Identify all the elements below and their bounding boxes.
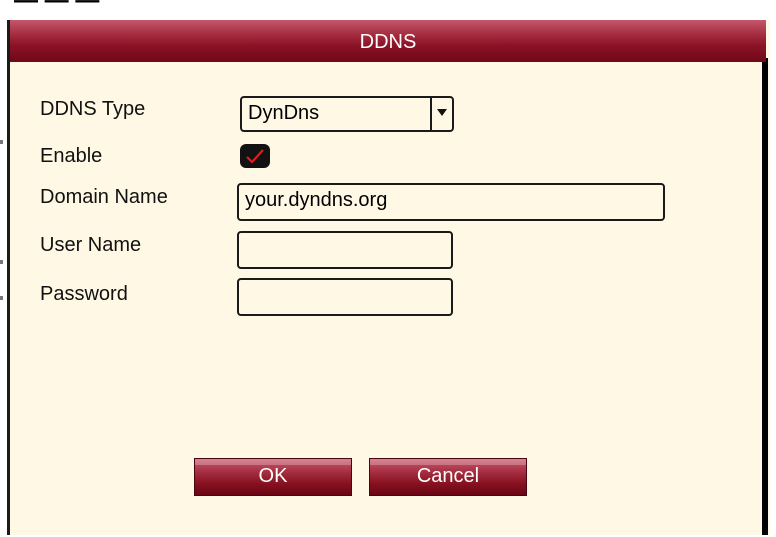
ok-button[interactable]: OK xyxy=(194,458,352,496)
dialog-title: DDNS xyxy=(359,31,417,53)
select-dropdown-button[interactable] xyxy=(430,98,452,130)
password-label: Password xyxy=(40,283,128,305)
background-edge-mark xyxy=(0,140,3,144)
domain-name-input[interactable]: your.dyndns.org xyxy=(237,183,665,221)
enable-label: Enable xyxy=(40,145,103,167)
cancel-button-label: Cancel xyxy=(416,465,480,487)
dialog-border xyxy=(762,58,768,535)
ok-button-label: OK xyxy=(258,465,288,487)
user-name-input[interactable] xyxy=(237,231,453,269)
button-highlight xyxy=(370,459,526,465)
ddns-type-label: DDNS Type xyxy=(40,98,146,120)
ddns-type-select[interactable]: DynDns xyxy=(240,96,454,132)
background-edge-mark xyxy=(0,296,3,300)
user-name-label: User Name xyxy=(40,234,142,256)
chevron-down-icon xyxy=(437,109,447,116)
enable-checkbox[interactable] xyxy=(240,144,270,168)
dialog-titlebar[interactable]: DDNS xyxy=(10,20,766,62)
password-input[interactable] xyxy=(237,278,453,316)
check-icon xyxy=(246,149,264,164)
cancel-button[interactable]: Cancel xyxy=(369,458,527,496)
ddns-type-value: DynDns xyxy=(248,102,320,124)
background-text-fragment: — — — xyxy=(14,0,100,14)
domain-name-value: your.dyndns.org xyxy=(245,189,388,211)
button-highlight xyxy=(195,459,351,465)
background-edge-mark xyxy=(0,260,3,264)
domain-name-label: Domain Name xyxy=(40,186,168,208)
